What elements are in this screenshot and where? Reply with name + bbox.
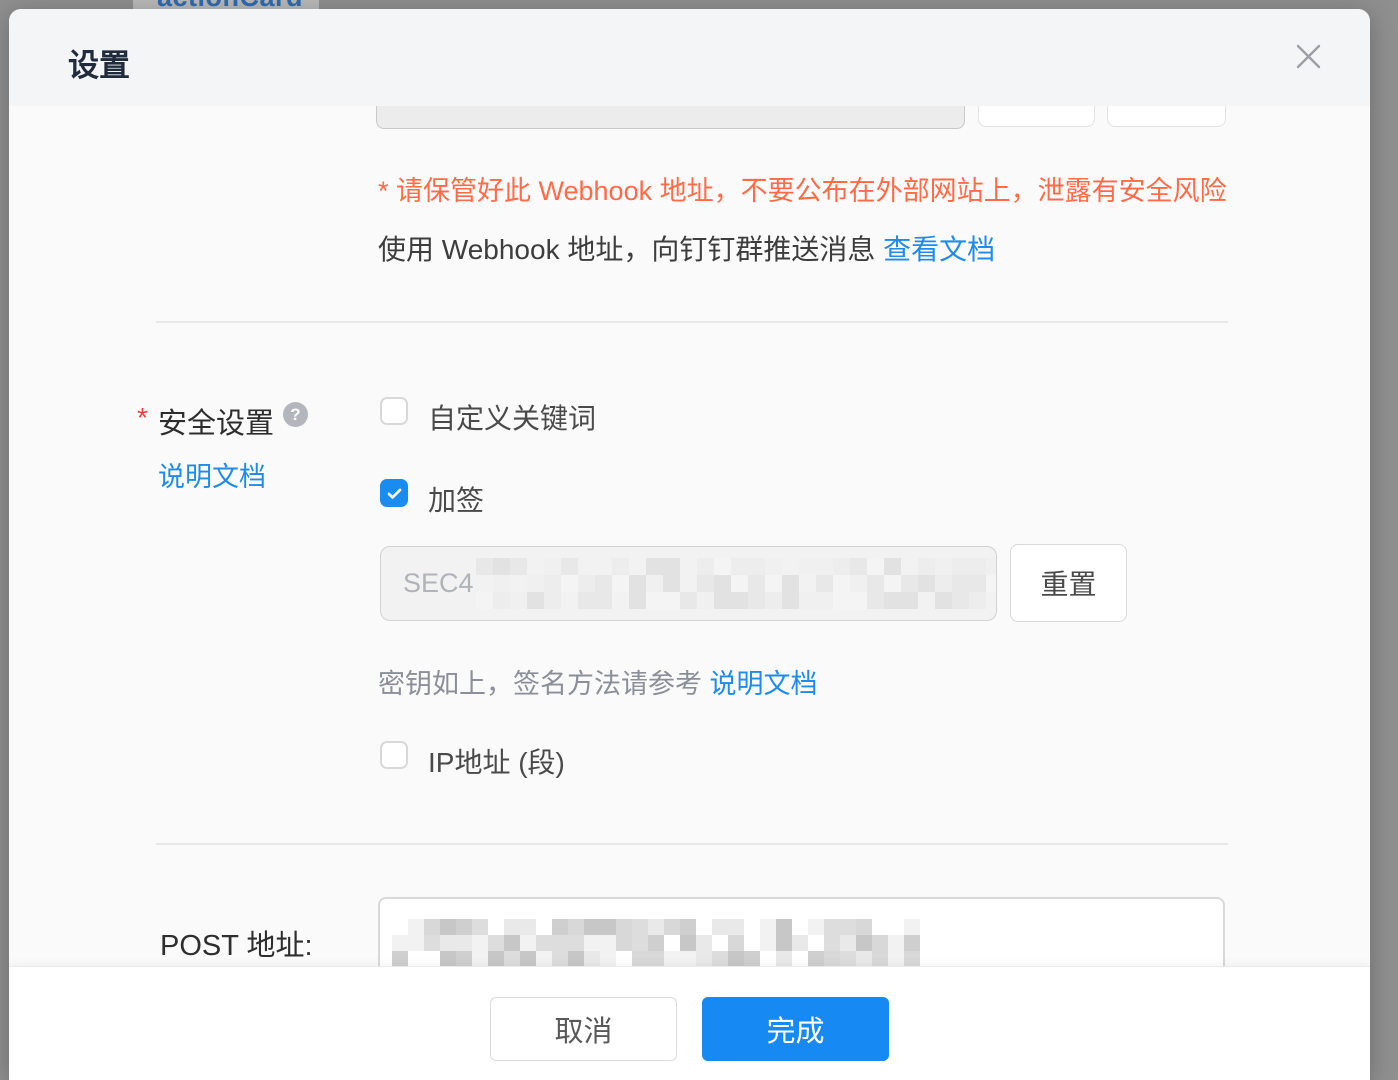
required-asterisk: *	[137, 402, 148, 434]
key-note: 密钥如上，签名方法请参考	[378, 669, 710, 699]
post-address-label: POST 地址:	[160, 922, 313, 964]
help-icon[interactable]: ?	[283, 402, 308, 427]
webhook-url-input[interactable]	[376, 106, 965, 129]
webhook-copy-button[interactable]	[978, 106, 1095, 127]
dialog-title: 设置	[68, 40, 130, 85]
checkbox-custom-keywords[interactable]	[380, 397, 408, 425]
checkbox-ip-address[interactable]	[380, 741, 408, 769]
section-divider	[156, 843, 1228, 845]
webhook-reset-button[interactable]	[1107, 106, 1226, 127]
secret-prefix-text: SEC4	[403, 568, 474, 599]
security-doc-link[interactable]: 说明文档	[158, 462, 266, 492]
dialog-footer: 取消 完成	[9, 966, 1370, 1080]
section-divider	[156, 321, 1228, 323]
usage-text: 使用 Webhook 地址，向钉钉群推送消息	[378, 234, 883, 265]
security-doc-link-wrap: 说明文档	[158, 455, 266, 494]
dialog-header: 设置	[9, 9, 1370, 106]
key-note-doc-link[interactable]: 说明文档	[710, 669, 818, 699]
checkbox-custom-keywords-label[interactable]: 自定义关键词	[428, 397, 596, 437]
key-note-text: 密钥如上，签名方法请参考 说明文档	[378, 662, 818, 701]
signature-secret-input[interactable]: SEC4	[380, 546, 997, 621]
redacted-secret-mosaic	[476, 558, 997, 609]
redacted-post-address-mosaic	[392, 919, 920, 967]
security-settings-label: 安全设置	[158, 400, 274, 442]
check-icon	[385, 484, 404, 503]
view-docs-link[interactable]: 查看文档	[883, 234, 995, 265]
webhook-usage-text: 使用 Webhook 地址，向钉钉群推送消息 查看文档	[378, 228, 995, 268]
dimmed-backdrop: actionCard 设置 * 请保管好此 Webhook 地址，不要公布在外部…	[0, 0, 1398, 1080]
webhook-warning-text: * 请保管好此 Webhook 地址，不要公布在外部网站上，泄露有安全风险	[378, 169, 1227, 208]
checkbox-signature[interactable]	[380, 479, 408, 507]
confirm-button[interactable]: 完成	[702, 997, 889, 1061]
settings-dialog: 设置 * 请保管好此 Webhook 地址，不要公布在外部网站上，泄露有安全风险…	[9, 9, 1370, 1080]
checkbox-ip-address-label[interactable]: IP地址 (段)	[428, 741, 565, 781]
cancel-button[interactable]: 取消	[490, 997, 677, 1061]
close-icon[interactable]	[1290, 38, 1326, 74]
checkbox-signature-label[interactable]: 加签	[428, 479, 484, 519]
reset-secret-button[interactable]: 重置	[1010, 544, 1127, 622]
